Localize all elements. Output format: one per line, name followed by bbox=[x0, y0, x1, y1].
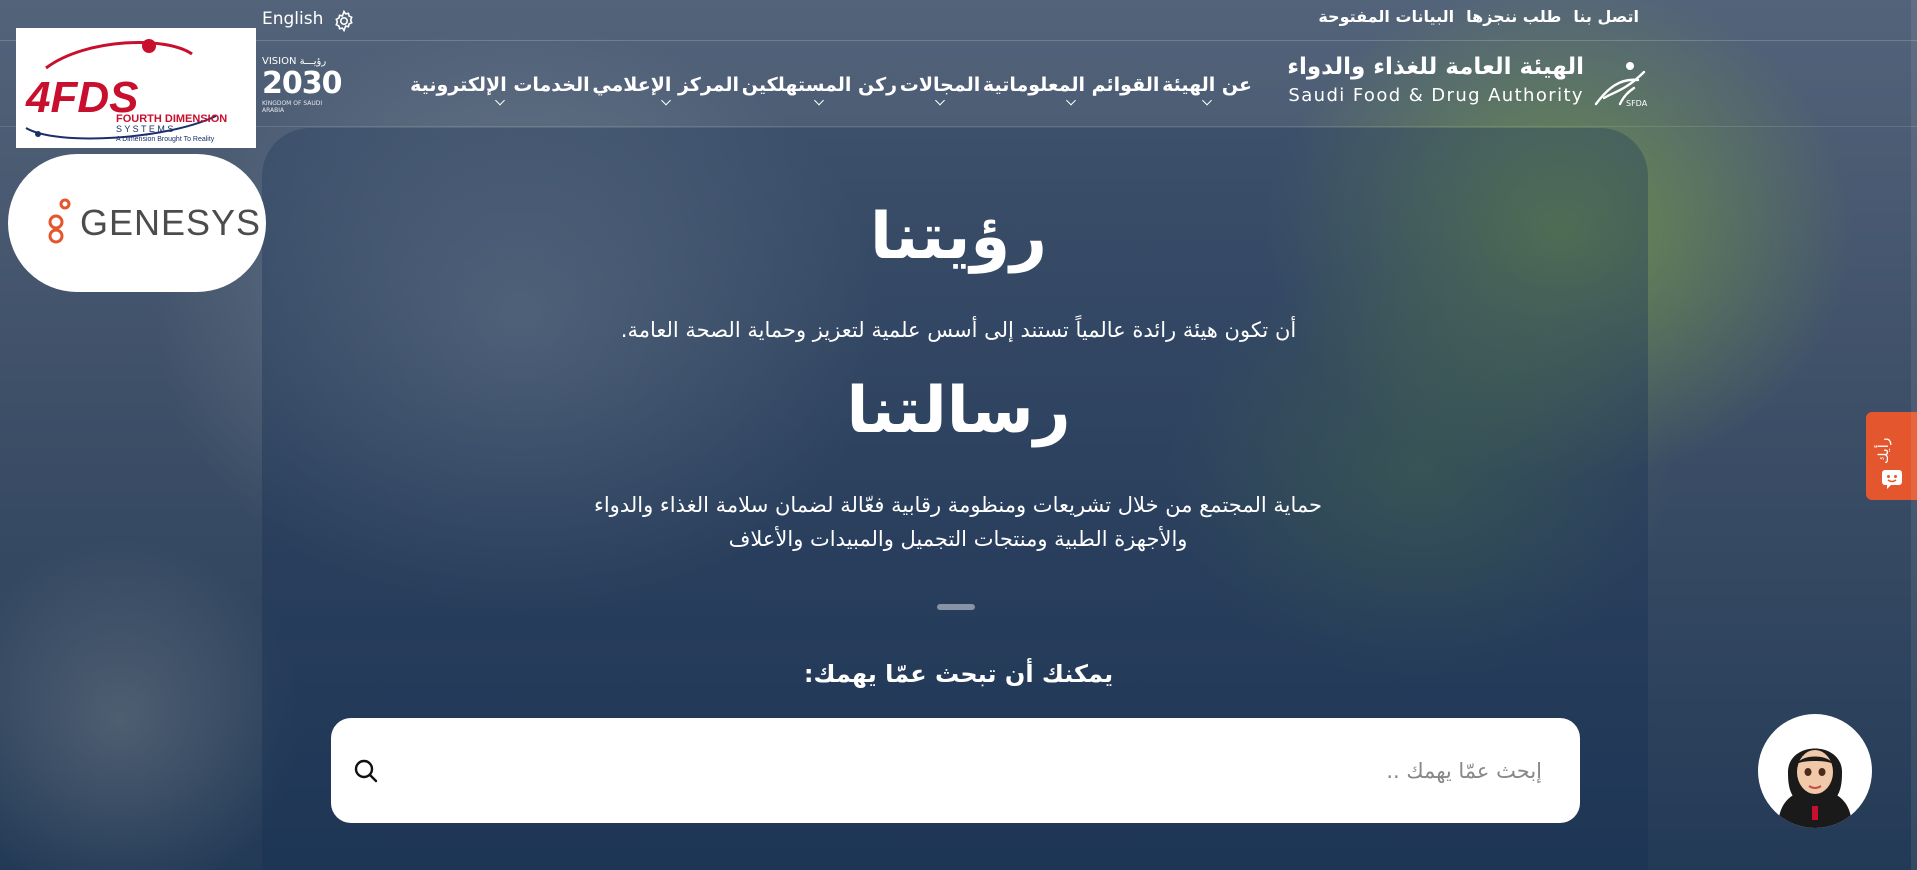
nav-item-eservices[interactable]: الخدمات الإلكترونية bbox=[410, 74, 590, 106]
logo-arabic-name: الهيئة العامة للغذاء والدواء bbox=[1287, 54, 1584, 80]
nav-item-about[interactable]: عن الهيئة bbox=[1162, 74, 1252, 106]
sfda-emblem-icon: SFDA bbox=[1594, 62, 1648, 108]
vision-year: 2030 bbox=[262, 66, 342, 101]
vision-2030-logo: VISION رؤيـــة 2030 KINGDOM OF SAUDI ARA… bbox=[262, 56, 342, 114]
feedback-tab[interactable]: رأيك bbox=[1866, 412, 1917, 500]
nav-item-consumers[interactable]: ركن المستهلكين bbox=[741, 74, 898, 106]
contact-link[interactable]: اتصل بنا bbox=[1573, 7, 1639, 26]
mission-text: حماية المجتمع من خلال تشريعات ومنظومة رق… bbox=[593, 493, 1323, 551]
fourfds-line2: S Y S T E M S bbox=[116, 124, 173, 134]
search-box bbox=[331, 718, 1580, 823]
logo-mark-label: SFDA bbox=[1626, 99, 1648, 108]
nav-label: المجالات bbox=[899, 74, 981, 96]
nav-item-sectors[interactable]: المجالات bbox=[899, 74, 981, 106]
gear-icon[interactable] bbox=[332, 9, 356, 33]
partner-badge-4fds[interactable]: 4FDS FOURTH DIMENSION S Y S T E M S A Di… bbox=[16, 28, 256, 148]
fourfds-logo-icon: 4FDS FOURTH DIMENSION S Y S T E M S A Di… bbox=[25, 39, 227, 143]
search-label: يمكنك أن تبحث عمّا يهمك: bbox=[803, 660, 1114, 688]
assistant-avatar-icon bbox=[1778, 748, 1852, 828]
section-divider bbox=[937, 604, 975, 610]
nav-label: الخدمات الإلكترونية bbox=[410, 74, 590, 96]
nav-divider bbox=[0, 126, 1917, 127]
fourfds-line3: A Dimension Brought To Reality bbox=[116, 136, 215, 143]
sfda-logo[interactable]: الهيئة العامة للغذاء والدواء Saudi Food … bbox=[1287, 54, 1650, 112]
vision-text: أن تكون هيئة رائدة عالمياً تستند إلى أسس… bbox=[620, 318, 1297, 342]
feedback-label: رأيك bbox=[1876, 437, 1892, 464]
main-nav: عن الهيئة القوائم المعلوماتية المجالات ر… bbox=[410, 74, 1252, 106]
language-switch[interactable]: English bbox=[262, 9, 323, 29]
virtual-assistant-avatar[interactable] bbox=[1758, 714, 1872, 828]
open-data-link[interactable]: البيانات المفتوحة bbox=[1318, 7, 1454, 26]
nav-item-lists[interactable]: القوائم المعلوماتية bbox=[982, 74, 1160, 106]
vision-country: KINGDOM OF SAUDI ARABIA bbox=[262, 100, 323, 114]
nav-label: المركز الإعلامي bbox=[592, 74, 740, 96]
nav-item-media[interactable]: المركز الإعلامي bbox=[592, 74, 740, 106]
request-link[interactable]: طلب ننجزها bbox=[1466, 7, 1561, 26]
mission-title: رسالتنا bbox=[846, 374, 1071, 448]
nav-label: القوائم المعلوماتية bbox=[982, 74, 1160, 96]
chat-icon bbox=[1882, 470, 1902, 489]
utility-links: اتصل بنا طلب ننجزها البيانات المفتوحة bbox=[1318, 7, 1639, 26]
search-input[interactable] bbox=[460, 748, 1544, 794]
topbar-divider bbox=[0, 40, 1917, 41]
search-icon[interactable] bbox=[347, 752, 385, 790]
nav-label: ركن المستهلكين bbox=[741, 74, 898, 96]
logo-english-name: Saudi Food & Drug Authority bbox=[1288, 85, 1584, 106]
nav-label: عن الهيئة bbox=[1162, 74, 1252, 96]
vision-title: رؤيتنا bbox=[870, 200, 1047, 274]
page-scrollbar[interactable] bbox=[1911, 0, 1917, 870]
